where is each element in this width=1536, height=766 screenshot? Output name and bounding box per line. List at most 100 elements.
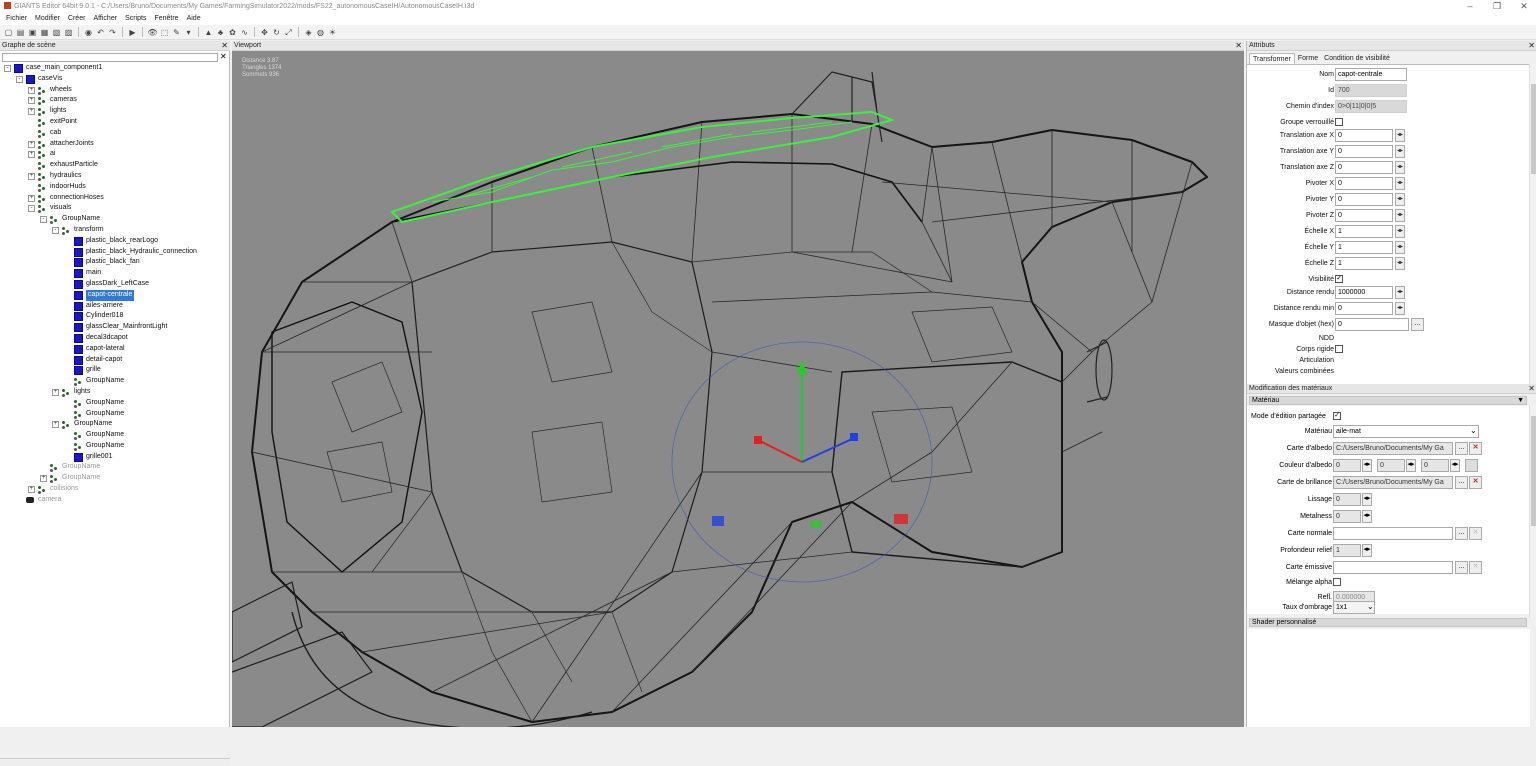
material-scroll-thumb[interactable] [1531, 416, 1536, 526]
distance-rendu-field[interactable]: 1000000 [1335, 286, 1393, 299]
expand-node-icon[interactable]: + [28, 86, 35, 94]
rotate-icon[interactable]: ↻ [271, 27, 282, 38]
viewport-close-icon[interactable]: ✕ [1235, 41, 1242, 51]
echelle-y-field[interactable]: 1 [1335, 241, 1393, 254]
expand-node-icon[interactable]: + [28, 140, 35, 148]
tree-node[interactable]: + GroupName [0, 473, 230, 484]
expand-node-icon[interactable]: + [28, 108, 35, 116]
redo-icon[interactable]: ↷ [107, 27, 118, 38]
tab-transformer[interactable]: Transformer [1249, 53, 1295, 64]
albedo-g-field[interactable]: 0 [1377, 459, 1405, 472]
carte-normale-field[interactable] [1333, 527, 1453, 540]
menu-scripts[interactable]: Scripts [121, 13, 150, 25]
corps-rigide-checkbox[interactable] [1335, 345, 1343, 353]
tree-node[interactable]: main [0, 268, 230, 279]
collapse-node-icon[interactable]: - [40, 216, 47, 224]
albedo-g-stepper[interactable]: ◂▸ [1406, 459, 1416, 472]
menu-creer[interactable]: Créer [64, 13, 90, 25]
tree-node[interactable]: + collisions [0, 484, 230, 495]
paint-foliage-icon[interactable]: ✿ [227, 27, 238, 38]
expand-node-icon[interactable]: + [28, 194, 35, 202]
tree-node[interactable]: GroupName [0, 430, 230, 441]
material-scrollbar[interactable] [1529, 406, 1536, 618]
albedo-color-swatch[interactable] [1465, 459, 1478, 472]
melange-alpha-checkbox[interactable] [1333, 578, 1341, 586]
select-icon[interactable]: ⬚ [159, 27, 170, 38]
tree-node[interactable]: + GroupName [0, 419, 230, 430]
paint-icon[interactable]: ✎ [171, 27, 182, 38]
tree-node[interactable]: Cylinder018 [0, 311, 230, 322]
tree-node[interactable]: GroupName [0, 409, 230, 420]
masque-objet-browse-button[interactable]: ... [1411, 318, 1424, 331]
groupe-verrouille-checkbox[interactable] [1335, 118, 1343, 126]
spline-icon[interactable]: ∿ [239, 27, 250, 38]
lissage-field[interactable]: 0 [1333, 493, 1361, 506]
expand-node-icon[interactable]: + [28, 172, 35, 180]
carte-brillance-browse-button[interactable]: ... [1455, 476, 1468, 489]
materiau-section-header[interactable]: Matériau ▼ [1249, 396, 1527, 405]
import-icon[interactable]: ▧ [51, 27, 62, 38]
tree-node[interactable]: plastic_black_Hydraulic_connection [0, 247, 230, 258]
visibilite-checkbox[interactable]: ✓ [1335, 275, 1343, 283]
carte-emissive-remove-icon[interactable]: ✕ [1469, 561, 1482, 574]
metalness-field[interactable]: 0 [1333, 510, 1361, 523]
collapse-node-icon[interactable]: - [16, 75, 23, 83]
carte-emissive-browse-button[interactable]: ... [1455, 561, 1468, 574]
expand-node-icon[interactable]: + [28, 486, 35, 494]
tree-node[interactable]: glassClear_MainfrontLight [0, 322, 230, 333]
collapse-node-icon[interactable]: - [28, 205, 35, 213]
translation-z-field[interactable]: 0 [1335, 161, 1393, 174]
menu-afficher[interactable]: Afficher [89, 13, 121, 25]
tree-node[interactable]: + wheels [0, 85, 230, 96]
tree-node[interactable]: + lights [0, 387, 230, 398]
tree-node[interactable]: GroupName [0, 441, 230, 452]
expand-node-icon[interactable]: + [52, 421, 59, 429]
echelle-z-stepper[interactable]: ◂▸ [1395, 257, 1405, 270]
tree-node[interactable]: GroupName [0, 398, 230, 409]
export-icon[interactable]: ▨ [63, 27, 74, 38]
tree-node[interactable]: camera [0, 495, 230, 506]
profondeur-relief-field[interactable]: 1 [1333, 544, 1361, 557]
tree-node[interactable]: capot-centrale [0, 289, 230, 301]
scene-graph-close-icon[interactable]: ✕ [221, 41, 228, 51]
tree-node[interactable]: + cameras [0, 95, 230, 106]
play-icon[interactable]: ▶ [127, 27, 138, 38]
pivoter-y-stepper[interactable]: ◂▸ [1395, 193, 1405, 206]
open-icon[interactable]: ▤ [15, 27, 26, 38]
expand-node-icon[interactable]: + [28, 151, 35, 159]
albedo-b-stepper[interactable]: ◂▸ [1450, 459, 1460, 472]
albedo-b-field[interactable]: 0 [1421, 459, 1449, 472]
tab-condition-visibilite[interactable]: Condition de visibilité [1321, 53, 1393, 64]
echelle-x-field[interactable]: 1 [1335, 225, 1393, 238]
pivoter-y-field[interactable]: 0 [1335, 193, 1393, 206]
save-all-icon[interactable]: ▦ [39, 27, 50, 38]
tree-node[interactable]: - visuals [0, 203, 230, 214]
tree-node[interactable]: + ai [0, 149, 230, 160]
expand-node-icon[interactable]: + [40, 475, 47, 483]
tab-forme[interactable]: Forme [1295, 53, 1321, 64]
tree-node[interactable]: GroupName [0, 376, 230, 387]
expand-node-icon[interactable]: + [28, 97, 35, 105]
carte-emissive-field[interactable] [1333, 561, 1453, 574]
tree-node[interactable]: + attacherJoints [0, 139, 230, 150]
echelle-y-stepper[interactable]: ◂▸ [1395, 241, 1405, 254]
distance-rendu-min-field[interactable]: 0 [1335, 302, 1393, 315]
distance-rendu-min-stepper[interactable]: ◂▸ [1395, 302, 1405, 315]
echelle-x-stepper[interactable]: ◂▸ [1395, 225, 1405, 238]
attributes-scrollbar[interactable] [1529, 64, 1536, 384]
menu-fichier[interactable]: Fichier [2, 13, 31, 25]
tree-node[interactable]: indoorHuds [0, 182, 230, 193]
metalness-stepper[interactable]: ◂▸ [1362, 510, 1372, 523]
carte-brillance-remove-icon[interactable]: ✕ [1469, 476, 1482, 489]
profondeur-relief-stepper[interactable]: ◂▸ [1362, 544, 1372, 557]
viewport-3d-canvas[interactable]: Distance 3.87 Triangles 1374 Sommets 936 [232, 52, 1244, 727]
world-icon[interactable]: ◍ [315, 27, 326, 38]
translation-y-stepper[interactable]: ◂▸ [1395, 145, 1405, 158]
tree-node[interactable]: - GroupName [0, 214, 230, 225]
distance-rendu-stepper[interactable]: ◂▸ [1395, 286, 1405, 299]
tree-node[interactable]: exitPoint [0, 117, 230, 128]
tree-node[interactable]: + connectionHoses [0, 193, 230, 204]
carte-albedo-field[interactable]: C:/Users/Bruno/Documents/My Ga [1333, 442, 1453, 455]
scene-horizontal-scrollbar[interactable] [0, 758, 230, 766]
menu-aide[interactable]: Aide [183, 13, 205, 25]
